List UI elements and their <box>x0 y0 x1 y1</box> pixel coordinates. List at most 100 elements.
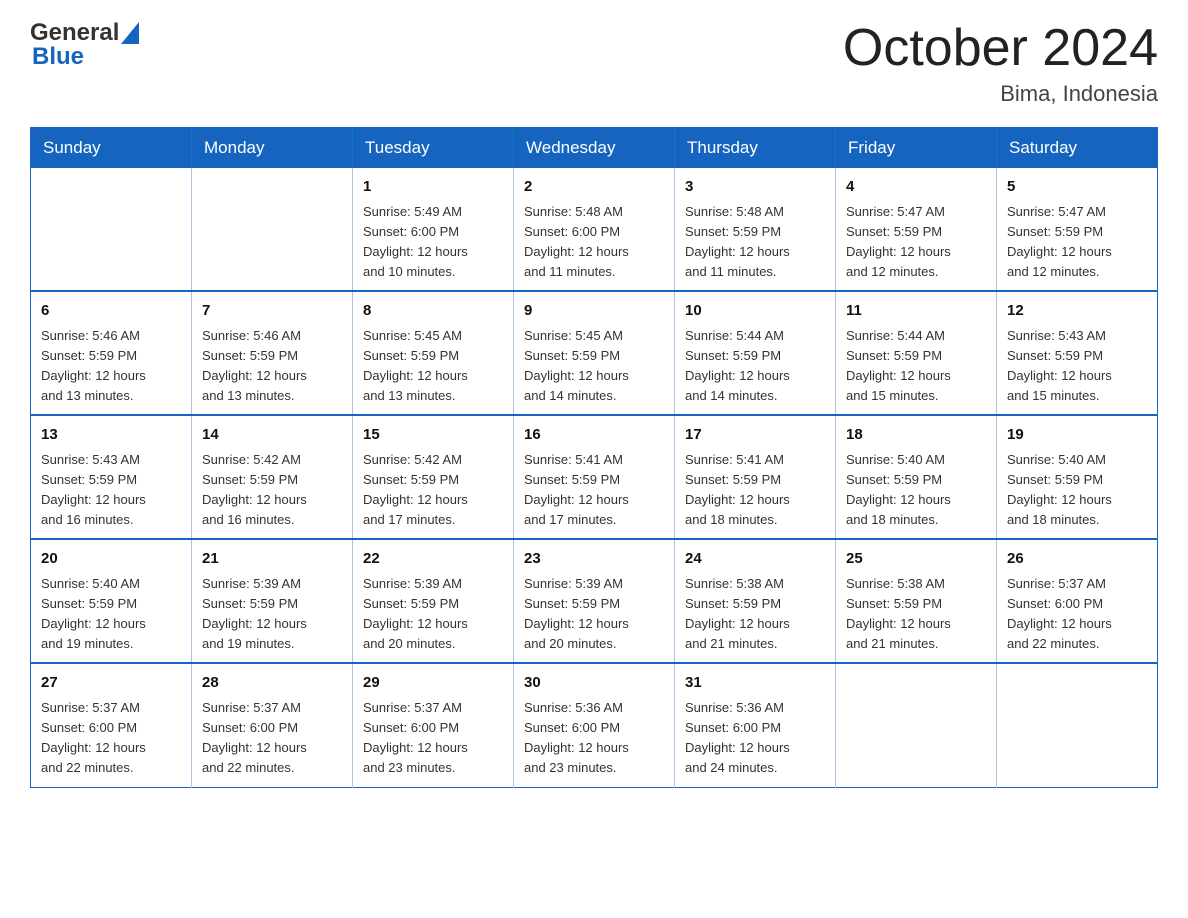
day-number: 14 <box>202 424 342 447</box>
day-number: 5 <box>1007 176 1147 199</box>
day-number: 15 <box>363 424 503 447</box>
day-info: Sunrise: 5:48 AMSunset: 5:59 PMDaylight:… <box>685 202 825 283</box>
day-cell: 21 Sunrise: 5:39 AMSunset: 5:59 PMDayligh… <box>192 539 353 663</box>
day-info: Sunrise: 5:43 AMSunset: 5:59 PMDaylight:… <box>41 450 181 531</box>
day-cell: 27Sunrise: 5:37 AMSunset: 6:00 PMDayligh… <box>31 663 192 787</box>
day-cell: 25 Sunrise: 5:38 AMSunset: 5:59 PMDayligh… <box>836 539 997 663</box>
month-title: October 2024 <box>843 20 1158 77</box>
header-cell-tuesday: Tuesday <box>353 128 514 169</box>
day-cell: 18 Sunrise: 5:40 AMSunset: 5:59 PMDayligh… <box>836 415 997 539</box>
day-cell: 31 Sunrise: 5:36 AMSunset: 6:00 PMDayligh… <box>675 663 836 787</box>
day-cell: 5 Sunrise: 5:47 AMSunset: 5:59 PMDaylight… <box>997 168 1158 291</box>
day-info: Sunrise: 5:40 AMSunset: 5:59 PMDaylight:… <box>1007 450 1147 531</box>
day-info: Sunrise: 5:46 AMSunset: 5:59 PMDaylight:… <box>202 326 342 407</box>
day-number: 6 <box>41 300 181 323</box>
header-cell-saturday: Saturday <box>997 128 1158 169</box>
day-number: 1 <box>363 176 503 199</box>
title-area: October 2024 Bima, Indonesia <box>843 20 1158 107</box>
day-cell: 9Sunrise: 5:45 AMSunset: 5:59 PMDaylight… <box>514 291 675 415</box>
day-cell: 28 Sunrise: 5:37 AMSunset: 6:00 PMDayligh… <box>192 663 353 787</box>
logo-triangle-icon <box>121 22 139 44</box>
day-number: 30 <box>524 672 664 695</box>
day-number: 3 <box>685 176 825 199</box>
day-number: 9 <box>524 300 664 323</box>
day-number: 16 <box>524 424 664 447</box>
day-cell <box>997 663 1158 787</box>
header-cell-sunday: Sunday <box>31 128 192 169</box>
day-number: 11 <box>846 300 986 323</box>
day-info: Sunrise: 5:47 AMSunset: 5:59 PMDaylight:… <box>1007 202 1147 283</box>
day-number: 24 <box>685 548 825 571</box>
day-cell: 7 Sunrise: 5:46 AMSunset: 5:59 PMDaylight… <box>192 291 353 415</box>
day-info: Sunrise: 5:39 AMSunset: 5:59 PMDaylight:… <box>524 574 664 655</box>
day-number: 8 <box>363 300 503 323</box>
day-cell: 24 Sunrise: 5:38 AMSunset: 5:59 PMDayligh… <box>675 539 836 663</box>
day-cell: 29Sunrise: 5:37 AMSunset: 6:00 PMDayligh… <box>353 663 514 787</box>
day-cell: 11 Sunrise: 5:44 AMSunset: 5:59 PMDayligh… <box>836 291 997 415</box>
week-row-1: 1 Sunrise: 5:49 AMSunset: 6:00 PMDaylight… <box>31 168 1158 291</box>
day-number: 13 <box>41 424 181 447</box>
day-number: 10 <box>685 300 825 323</box>
day-number: 23 <box>524 548 664 571</box>
header-cell-monday: Monday <box>192 128 353 169</box>
day-cell: 20Sunrise: 5:40 AMSunset: 5:59 PMDayligh… <box>31 539 192 663</box>
day-number: 17 <box>685 424 825 447</box>
day-info: Sunrise: 5:40 AMSunset: 5:59 PMDaylight:… <box>846 450 986 531</box>
day-cell: 12Sunrise: 5:43 AMSunset: 5:59 PMDayligh… <box>997 291 1158 415</box>
day-info: Sunrise: 5:38 AMSunset: 5:59 PMDaylight:… <box>685 574 825 655</box>
day-cell: 1 Sunrise: 5:49 AMSunset: 6:00 PMDaylight… <box>353 168 514 291</box>
day-info: Sunrise: 5:36 AMSunset: 6:00 PMDaylight:… <box>685 698 825 779</box>
day-cell: 16Sunrise: 5:41 AMSunset: 5:59 PMDayligh… <box>514 415 675 539</box>
week-row-4: 20Sunrise: 5:40 AMSunset: 5:59 PMDayligh… <box>31 539 1158 663</box>
day-cell <box>31 168 192 291</box>
day-cell: 22Sunrise: 5:39 AMSunset: 5:59 PMDayligh… <box>353 539 514 663</box>
day-info: Sunrise: 5:44 AMSunset: 5:59 PMDaylight:… <box>846 326 986 407</box>
week-row-3: 13 Sunrise: 5:43 AMSunset: 5:59 PMDayligh… <box>31 415 1158 539</box>
header: General Blue October 2024 Bima, Indonesi… <box>30 20 1158 107</box>
day-info: Sunrise: 5:37 AMSunset: 6:00 PMDaylight:… <box>41 698 181 779</box>
day-number: 21 <box>202 548 342 571</box>
day-number: 18 <box>846 424 986 447</box>
day-cell: 30 Sunrise: 5:36 AMSunset: 6:00 PMDayligh… <box>514 663 675 787</box>
day-number: 22 <box>363 548 503 571</box>
day-number: 31 <box>685 672 825 695</box>
day-number: 12 <box>1007 300 1147 323</box>
day-cell: 17 Sunrise: 5:41 AMSunset: 5:59 PMDayligh… <box>675 415 836 539</box>
logo: General Blue <box>30 20 139 71</box>
calendar-header: SundayMondayTuesdayWednesdayThursdayFrid… <box>31 128 1158 169</box>
day-info: Sunrise: 5:40 AMSunset: 5:59 PMDaylight:… <box>41 574 181 655</box>
day-info: Sunrise: 5:37 AMSunset: 6:00 PMDaylight:… <box>202 698 342 779</box>
day-cell: 10 Sunrise: 5:44 AMSunset: 5:59 PMDayligh… <box>675 291 836 415</box>
day-info: Sunrise: 5:42 AMSunset: 5:59 PMDaylight:… <box>202 450 342 531</box>
day-cell: 14 Sunrise: 5:42 AMSunset: 5:59 PMDayligh… <box>192 415 353 539</box>
day-cell: 6 Sunrise: 5:46 AMSunset: 5:59 PMDaylight… <box>31 291 192 415</box>
day-cell: 4Sunrise: 5:47 AMSunset: 5:59 PMDaylight… <box>836 168 997 291</box>
location-title: Bima, Indonesia <box>843 81 1158 107</box>
day-cell: 15 Sunrise: 5:42 AMSunset: 5:59 PMDayligh… <box>353 415 514 539</box>
day-info: Sunrise: 5:39 AMSunset: 5:59 PMDaylight:… <box>202 574 342 655</box>
day-cell: 3 Sunrise: 5:48 AMSunset: 5:59 PMDaylight… <box>675 168 836 291</box>
day-info: Sunrise: 5:38 AMSunset: 5:59 PMDaylight:… <box>846 574 986 655</box>
day-info: Sunrise: 5:44 AMSunset: 5:59 PMDaylight:… <box>685 326 825 407</box>
day-info: Sunrise: 5:36 AMSunset: 6:00 PMDaylight:… <box>524 698 664 779</box>
day-info: Sunrise: 5:42 AMSunset: 5:59 PMDaylight:… <box>363 450 503 531</box>
day-number: 26 <box>1007 548 1147 571</box>
day-info: Sunrise: 5:49 AMSunset: 6:00 PMDaylight:… <box>363 202 503 283</box>
day-number: 28 <box>202 672 342 695</box>
day-cell: 19Sunrise: 5:40 AMSunset: 5:59 PMDayligh… <box>997 415 1158 539</box>
day-info: Sunrise: 5:37 AMSunset: 6:00 PMDaylight:… <box>1007 574 1147 655</box>
day-info: Sunrise: 5:41 AMSunset: 5:59 PMDaylight:… <box>685 450 825 531</box>
day-cell: 23 Sunrise: 5:39 AMSunset: 5:59 PMDayligh… <box>514 539 675 663</box>
day-number: 7 <box>202 300 342 323</box>
day-number: 25 <box>846 548 986 571</box>
day-info: Sunrise: 5:46 AMSunset: 5:59 PMDaylight:… <box>41 326 181 407</box>
calendar-table: SundayMondayTuesdayWednesdayThursdayFrid… <box>30 127 1158 787</box>
day-number: 2 <box>524 176 664 199</box>
day-cell <box>836 663 997 787</box>
week-row-5: 27Sunrise: 5:37 AMSunset: 6:00 PMDayligh… <box>31 663 1158 787</box>
day-info: Sunrise: 5:37 AMSunset: 6:00 PMDaylight:… <box>363 698 503 779</box>
day-cell: 13 Sunrise: 5:43 AMSunset: 5:59 PMDayligh… <box>31 415 192 539</box>
day-info: Sunrise: 5:48 AMSunset: 6:00 PMDaylight:… <box>524 202 664 283</box>
logo-blue: Blue <box>32 44 139 70</box>
day-cell <box>192 168 353 291</box>
